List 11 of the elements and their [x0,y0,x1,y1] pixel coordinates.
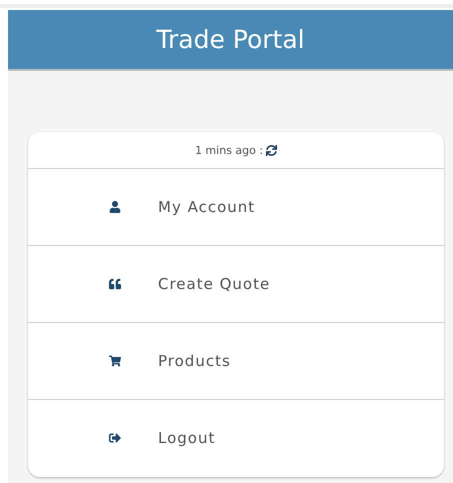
last-updated-text: 1 mins ago : [194,144,264,156]
quote-icon [109,278,121,290]
menu-item[interactable]: Create Quote [28,246,444,323]
refresh-icon[interactable] [266,144,278,156]
menu-item[interactable]: My Account [28,169,444,246]
menu-item[interactable]: Logout [28,400,444,477]
cart-icon [109,355,121,367]
user-icon [109,201,121,213]
logout-icon [109,432,121,444]
page-title: Trade Portal [156,25,305,54]
menu-item[interactable]: Products [28,323,444,400]
